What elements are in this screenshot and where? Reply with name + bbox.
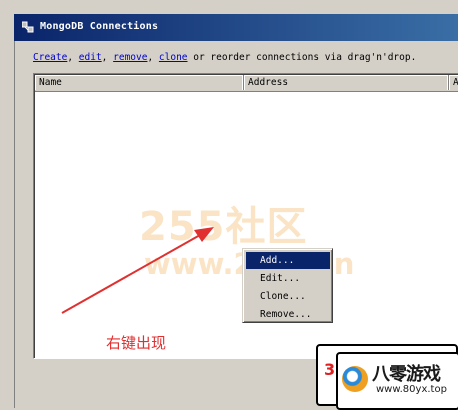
menu-item-edit[interactable]: Edit... [246,270,330,287]
remove-link[interactable]: remove [113,52,147,63]
logo-front-frame: 八零游戏 www.80yx.top [336,352,458,410]
clone-link[interactable]: clone [159,52,188,63]
column-header-name[interactable]: Name [35,75,244,90]
separator: , [147,52,159,63]
app-icon [21,21,34,33]
separator: , [101,52,114,63]
connections-list[interactable]: Name Address A 255社区 www.255.xin Add... … [33,73,458,359]
edit-link[interactable]: edit [79,52,102,63]
instructions-rest: or reorder connections via drag'n'drop. [187,52,417,63]
title-bar[interactable]: MongoDB Connections [14,14,458,42]
annotation-label: 右键出现 [106,334,167,352]
watermark-text: 255社区 [139,204,308,250]
separator: , [67,52,79,63]
menu-item-remove[interactable]: Remove... [246,306,330,323]
logo-number: 3 [324,360,336,379]
window-title: MongoDB Connections [40,21,159,32]
logo-brand: 八零游戏 [372,364,441,385]
create-link[interactable]: Create [33,52,67,63]
site-logo: 3 八零游戏 www.80yx.top [312,340,458,410]
column-header-address[interactable]: Address [244,75,449,90]
logo-url: www.80yx.top [376,384,447,395]
menu-item-clone[interactable]: Clone... [246,288,330,305]
list-header: Name Address A [35,75,458,92]
menu-item-add[interactable]: Add... [246,252,330,269]
context-menu: Add... Edit... Clone... Remove... [242,248,333,323]
column-header-truncated[interactable]: A [449,75,458,90]
logo-swirl-icon [342,366,368,392]
instructions-text: Create, edit, remove, clone or reorder c… [33,52,416,63]
